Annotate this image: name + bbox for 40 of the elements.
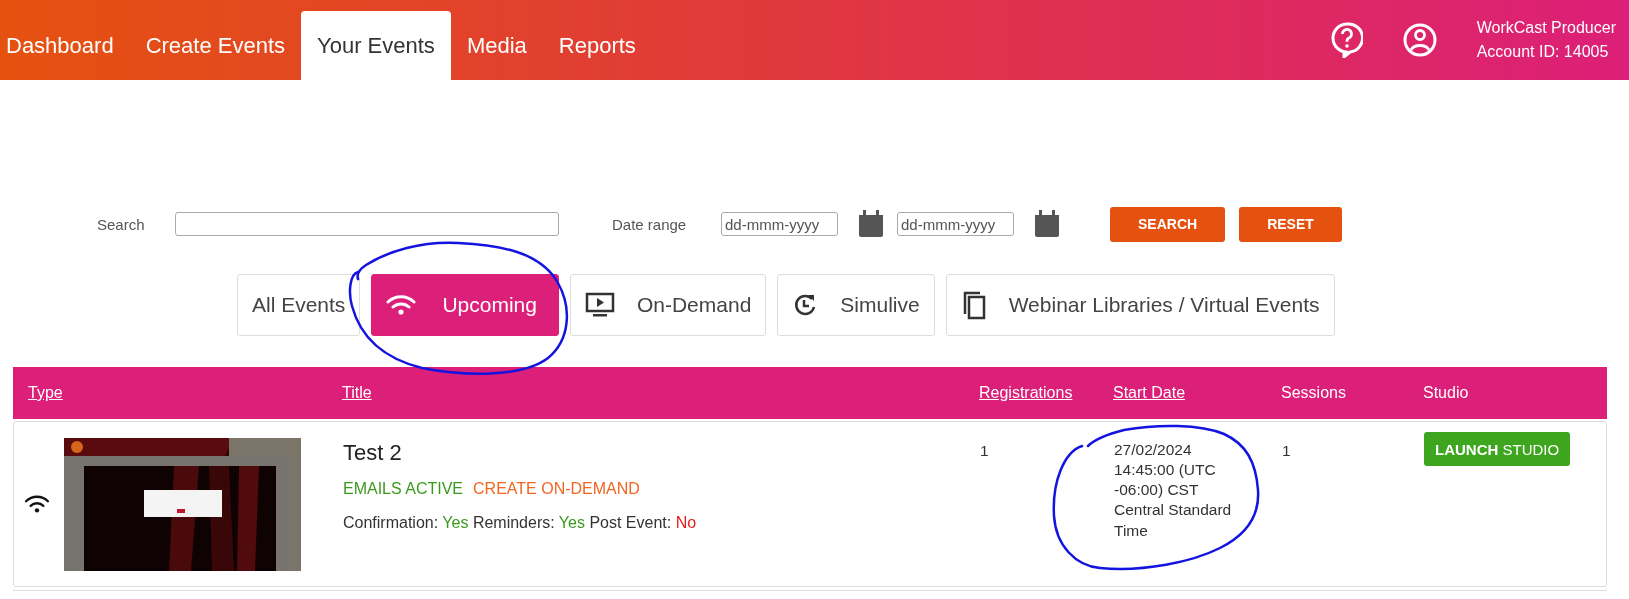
column-header: Sessions bbox=[1280, 384, 1347, 402]
column-header-link[interactable]: Type bbox=[13, 384, 327, 402]
play-screen-icon bbox=[584, 292, 615, 318]
event-filter-tab[interactable]: On-Demand bbox=[569, 274, 767, 336]
column-header-link[interactable]: Title bbox=[327, 384, 964, 402]
nav-tab[interactable]: Your Events bbox=[301, 11, 451, 80]
event-filter-tab[interactable]: Webinar Libraries / Virtual Events bbox=[945, 274, 1335, 336]
account-name: WorkCast Producer bbox=[1476, 19, 1616, 37]
end-date-field[interactable]: dd-mmm-yyyy bbox=[897, 212, 1014, 236]
start-date-cell-text: 27/02/2024 14:45:00 (UTC -06:00) CST Central Standard Time bbox=[1114, 440, 1233, 541]
event-filter-tab[interactable]: Upcoming bbox=[371, 274, 559, 336]
calendar-icon[interactable] bbox=[1034, 210, 1060, 238]
registrations-cell-text: 1 bbox=[979, 441, 990, 461]
wifi-icon bbox=[386, 294, 417, 316]
event-filter-tab[interactable]: All Events bbox=[237, 274, 361, 336]
wifi-icon bbox=[24, 494, 50, 514]
start-date-field[interactable]: dd-mmm-yyyy bbox=[721, 212, 838, 236]
event-filter-tab[interactable]: Simulive bbox=[777, 274, 935, 336]
nav-tab[interactable]: Media bbox=[450, 11, 543, 80]
status-link[interactable]: CREATE ON-DEMAND bbox=[473, 480, 640, 498]
nav-tab[interactable]: Create Events bbox=[129, 11, 302, 80]
launch-studio-button[interactable]: LAUNCH STUDIO bbox=[1424, 432, 1571, 466]
help-icon[interactable] bbox=[1330, 22, 1363, 58]
event-title[interactable]: Test 2 bbox=[343, 440, 402, 466]
search-button[interactable]: SEARCH bbox=[1110, 206, 1226, 242]
nav-tab[interactable]: Reports bbox=[542, 11, 652, 80]
column-header: Studio bbox=[1422, 384, 1470, 402]
user-icon[interactable] bbox=[1402, 23, 1437, 57]
notification-summary: Confirmation: Yes Reminders: Yes Post Event: No bbox=[343, 514, 697, 532]
status-link[interactable]: EMAILS ACTIVE bbox=[343, 480, 464, 498]
reset-button[interactable]: RESET bbox=[1239, 206, 1342, 242]
search-field[interactable] bbox=[175, 212, 559, 236]
account-id: Account ID: 14005 bbox=[1476, 43, 1610, 61]
column-header-link[interactable]: Registrations bbox=[964, 384, 1098, 402]
column-header-link[interactable]: Start Date bbox=[1098, 384, 1266, 402]
calendar-icon[interactable] bbox=[858, 210, 884, 238]
nav-tab[interactable]: Dashboard bbox=[0, 11, 130, 80]
search-label: Search bbox=[97, 215, 146, 233]
sessions-cell-text: 1 bbox=[1281, 441, 1292, 461]
date-range-label: Date range bbox=[612, 215, 688, 233]
